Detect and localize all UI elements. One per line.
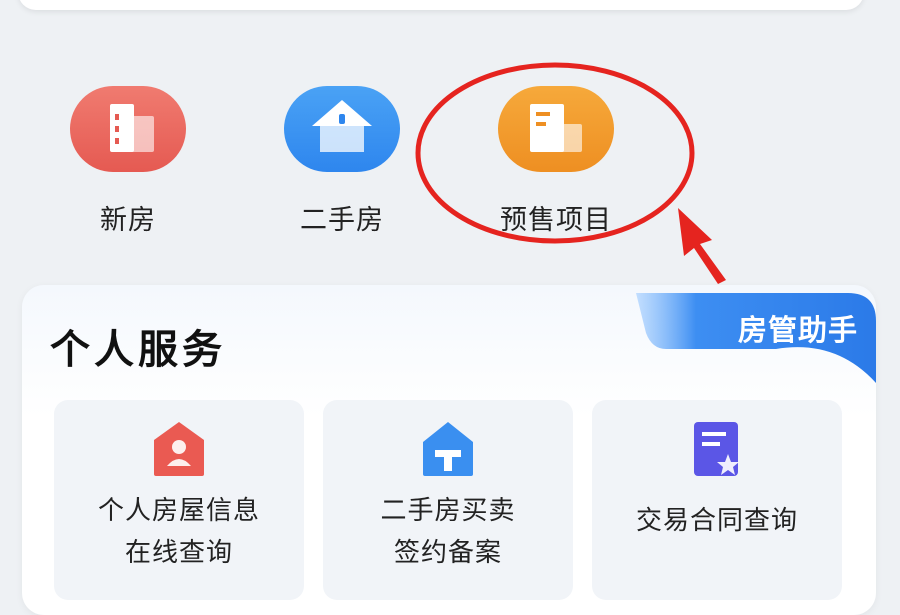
house-person-icon xyxy=(154,422,204,476)
house-sign-icon xyxy=(423,422,473,476)
quick-item-second-hand[interactable]: 二手房 xyxy=(267,86,417,237)
top-card xyxy=(18,0,864,10)
new-house-icon xyxy=(70,86,186,172)
second-hand-house-icon xyxy=(284,86,400,172)
service-label: 个人房屋信息 在线查询 xyxy=(97,496,260,568)
personal-services-panel: 房管助手 个人服务 个人房屋信息 在线查询 二手房买卖 签约备案 交易合同查询 xyxy=(22,285,876,615)
quick-item-label: 二手房 xyxy=(300,205,384,236)
quick-item-label: 新房 xyxy=(100,205,156,236)
quick-item-presale[interactable]: 预售项目 xyxy=(481,86,631,237)
assistant-tag[interactable]: 房管助手 xyxy=(738,307,858,349)
section-title: 个人服务 xyxy=(50,327,226,373)
quick-item-new-house[interactable]: 新房 xyxy=(53,86,203,237)
service-house-info-query[interactable]: 个人房屋信息 在线查询 xyxy=(54,400,304,600)
quick-item-label: 预售项目 xyxy=(500,205,612,236)
highlight-arrow-icon xyxy=(678,208,726,284)
service-contract-query[interactable]: 交易合同查询 xyxy=(592,400,842,600)
presale-project-icon xyxy=(498,86,614,172)
service-label: 二手房买卖 签约备案 xyxy=(380,496,516,568)
service-second-hand-sign[interactable]: 二手房买卖 签约备案 xyxy=(323,400,573,600)
contract-icon xyxy=(694,422,739,476)
service-label: 交易合同查询 xyxy=(635,506,798,536)
